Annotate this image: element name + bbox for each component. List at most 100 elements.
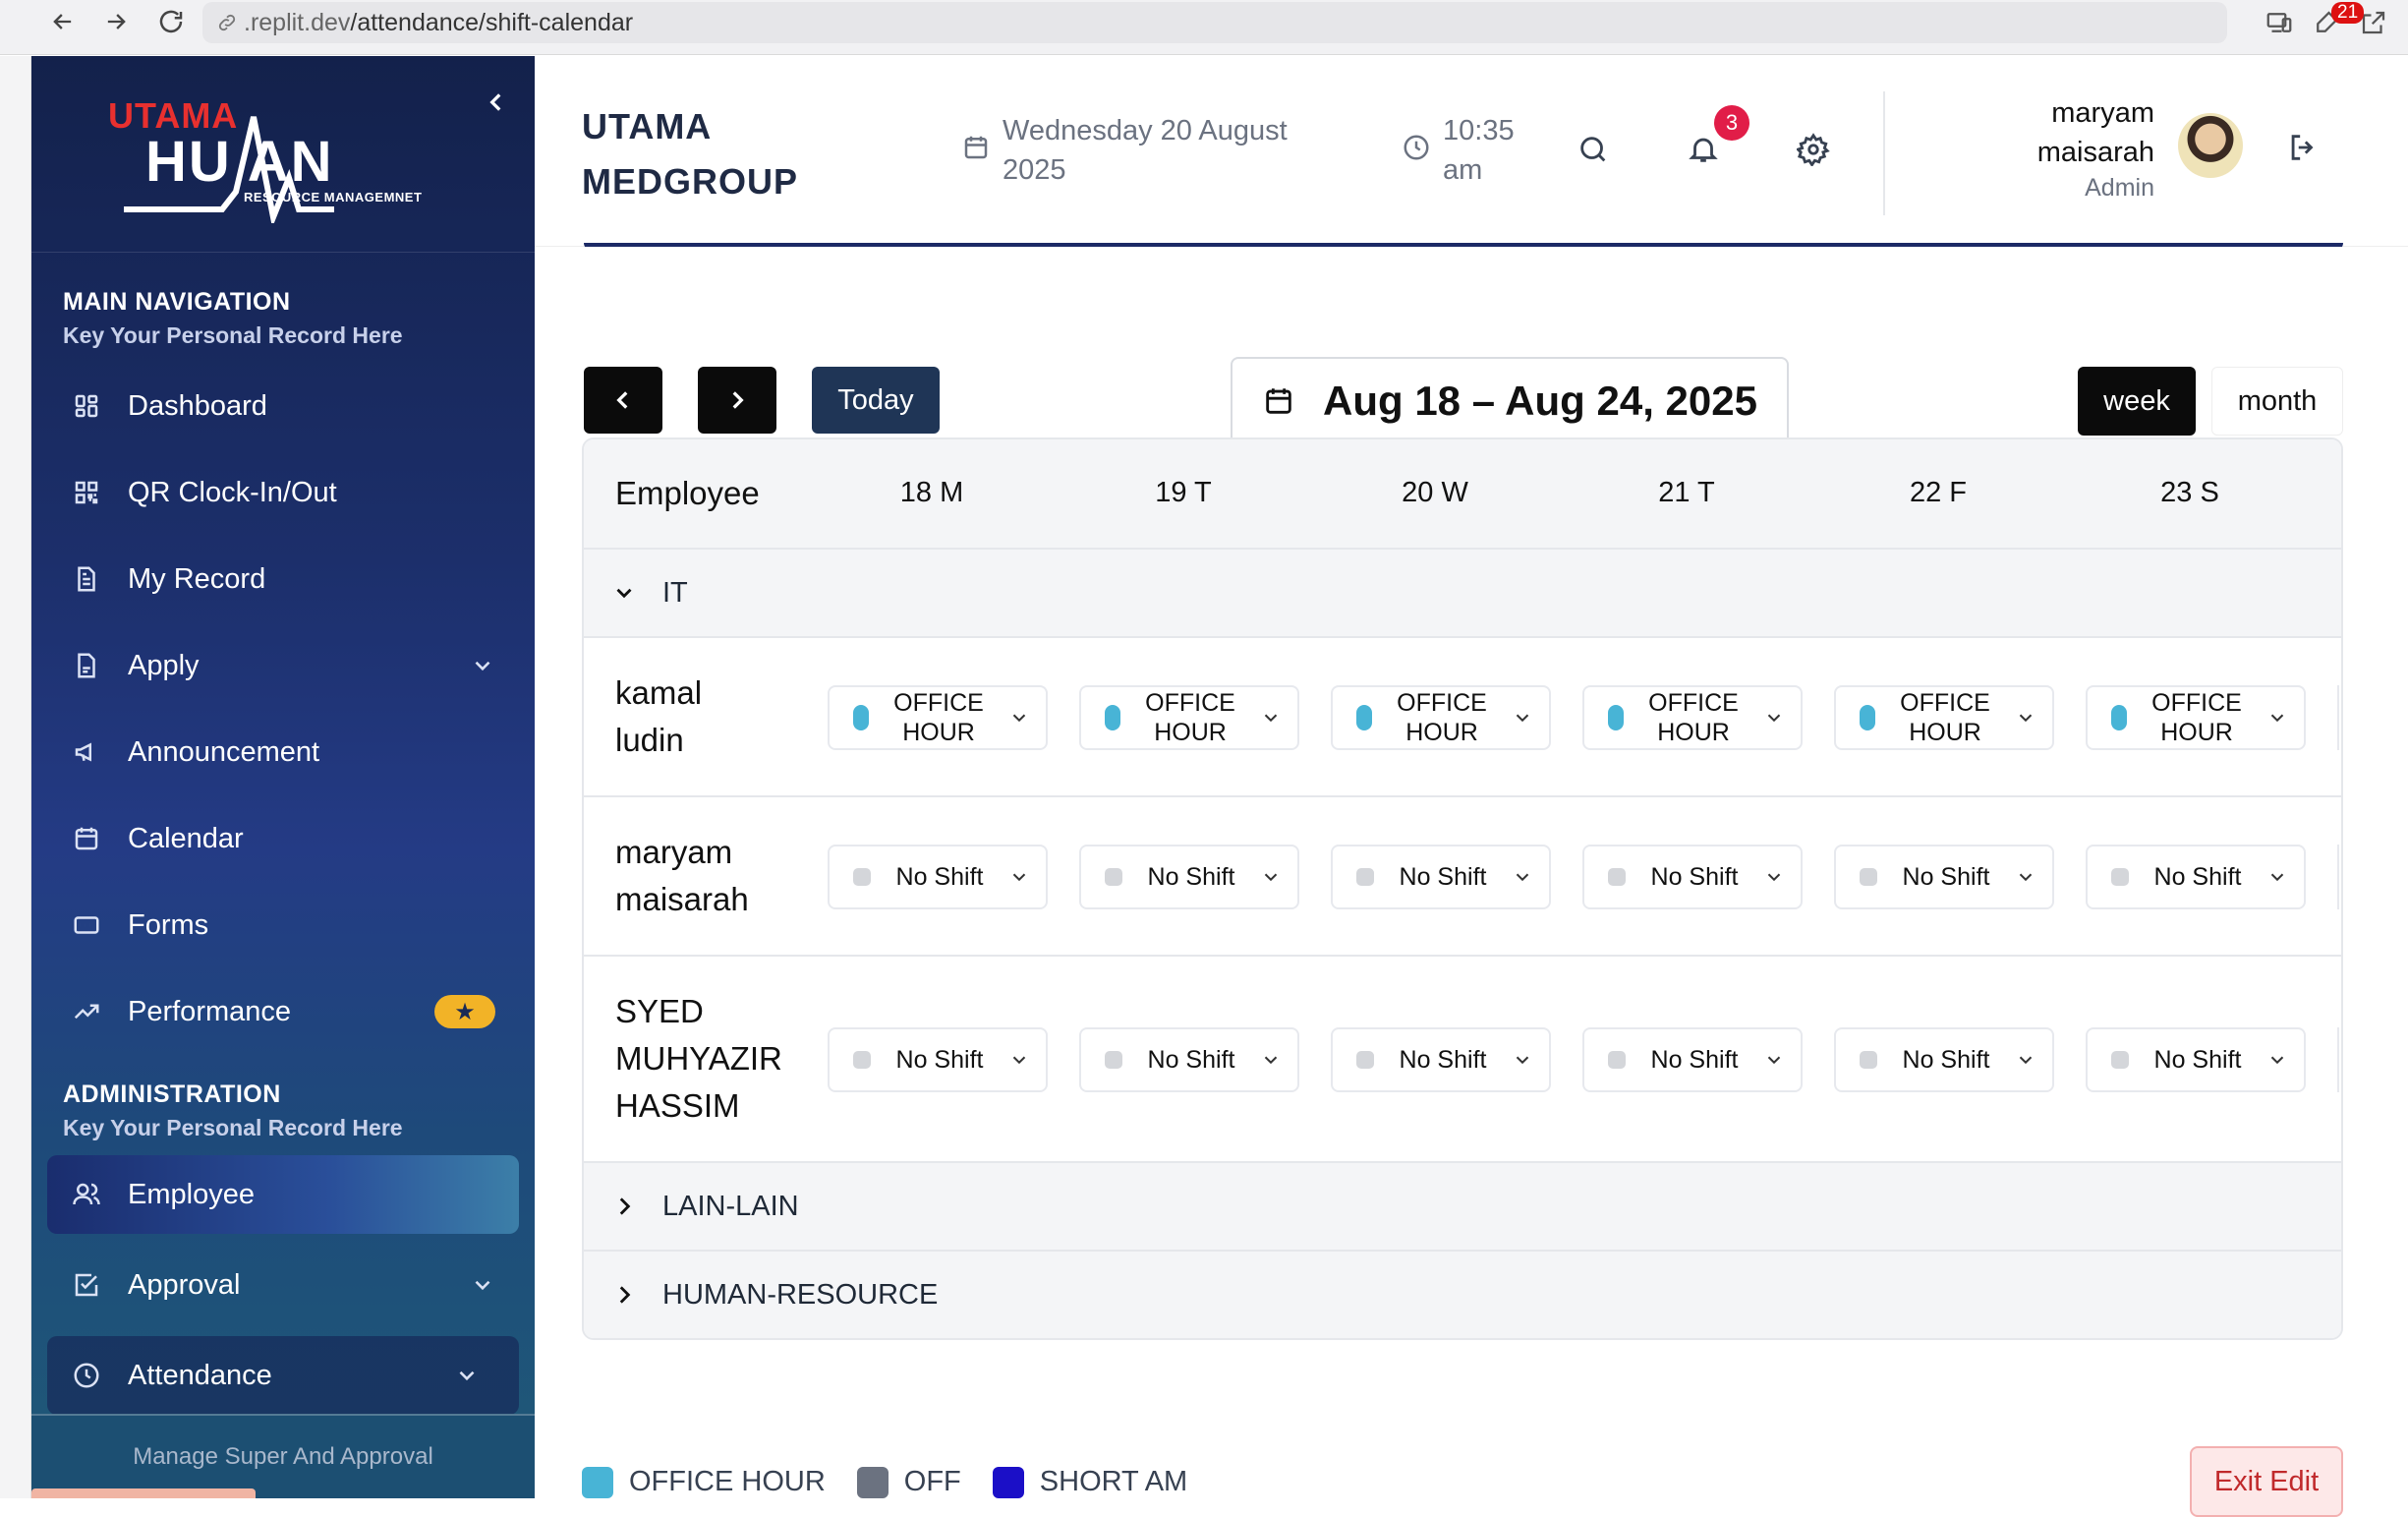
shift-select[interactable]: No Shift <box>1582 845 1803 909</box>
sidebar-footer: Manage Super And Approval <box>31 1414 535 1498</box>
sidebar-item-attendance[interactable]: Attendance <box>47 1336 519 1415</box>
link-icon <box>216 12 238 33</box>
table-row: SYED MUHYAZIR HASSIM No Shift No Shift N… <box>584 957 2341 1163</box>
shift-select[interactable]: No Shift <box>1834 1027 2054 1092</box>
sidebar-item-dashboard[interactable]: Dashboard <box>31 363 535 449</box>
shift-select[interactable]: OFFICE HOUR <box>1582 685 1803 750</box>
sidebar-item-qr-clock[interactable]: QR Clock-In/Out <box>31 449 535 536</box>
chevron-down-icon <box>2015 866 2036 888</box>
address-bar[interactable]: .replit.dev/attendance/shift-calendar <box>202 2 2227 43</box>
logo-area: UTAMA HU AN RESOURCE MANAGEMNET <box>31 56 535 253</box>
company-logo: UTAMA HU AN RESOURCE MANAGEMNET <box>106 86 430 223</box>
calendar-icon <box>1262 384 1295 418</box>
shift-select[interactable]: No Shift <box>1079 1027 1299 1092</box>
form-icon <box>69 907 104 943</box>
group-row-lain-lain[interactable]: LAIN-LAIN <box>584 1163 2341 1252</box>
shift-calendar-table: Employee 18 M 19 T 20 W 21 T 22 F 23 S I… <box>582 438 2343 1340</box>
next-week-button[interactable] <box>698 367 776 434</box>
current-date: Wednesday 20 August 2025 <box>961 111 1288 190</box>
clock-icon <box>1402 133 1431 190</box>
group-name: LAIN-LAIN <box>662 1190 799 1222</box>
url-host: .replit.dev <box>244 8 351 36</box>
chevron-right-icon <box>611 1194 637 1219</box>
shift-select[interactable]: OFFICE HOUR <box>2086 685 2306 750</box>
shift-select[interactable]: No Shift <box>1079 845 1299 909</box>
prev-week-button[interactable] <box>584 367 662 434</box>
chevron-down-icon <box>454 1363 480 1388</box>
reload-icon[interactable] <box>143 0 199 49</box>
logout-icon[interactable] <box>2286 131 2320 164</box>
chevron-down-icon <box>1512 866 1533 888</box>
group-row-it[interactable]: IT <box>584 550 2341 638</box>
overflow-cell-edge <box>2337 1027 2341 1092</box>
devices-icon[interactable] <box>2265 8 2294 37</box>
shift-select[interactable]: OFFICE HOUR <box>1834 685 2054 750</box>
shift-select[interactable]: No Shift <box>1331 1027 1551 1092</box>
week-view-button[interactable]: week <box>2078 367 2196 436</box>
legend-swatch <box>992 1466 1024 1498</box>
shift-select[interactable]: No Shift <box>828 845 1048 909</box>
bell-icon[interactable] <box>1687 133 1720 166</box>
users-icon <box>69 1177 104 1212</box>
heartbeat-line-icon <box>124 115 334 223</box>
sidebar-item-performance[interactable]: Performance ★ <box>31 968 535 1055</box>
shift-select[interactable]: No Shift <box>2086 845 2306 909</box>
chevron-down-icon <box>1763 866 1785 888</box>
day-header: 22 F <box>1909 477 1968 508</box>
shift-legend: OFFICE HOUR OFF SHORT AM <box>582 1466 1219 1498</box>
shift-select[interactable]: No Shift <box>2086 1027 2306 1092</box>
legend-item: SHORT AM <box>992 1466 1187 1498</box>
legend-swatch <box>582 1466 613 1498</box>
exit-edit-button[interactable]: Exit Edit <box>2190 1446 2343 1517</box>
sidebar-item-calendar[interactable]: Calendar <box>31 795 535 882</box>
sidebar-item-apply[interactable]: Apply <box>31 622 535 709</box>
shift-color-dot <box>853 1051 871 1069</box>
date-range-picker[interactable]: Aug 18 – Aug 24, 2025 <box>1231 357 1789 445</box>
group-row-human-resource[interactable]: HUMAN-RESOURCE <box>584 1252 2341 1338</box>
gear-icon[interactable] <box>1797 133 1830 166</box>
extension-badge: 21 <box>2331 2 2365 24</box>
month-view-button[interactable]: month <box>2211 367 2343 436</box>
extension-icon[interactable]: 21 <box>2312 2 2365 37</box>
chevron-down-icon <box>1008 866 1030 888</box>
legend-item: OFF <box>856 1466 961 1498</box>
dashboard-icon <box>69 388 104 424</box>
shift-color-dot <box>1860 1051 1877 1069</box>
overflow-cell-edge <box>2337 845 2341 909</box>
group-name: IT <box>662 576 688 609</box>
shift-color-dot <box>853 705 869 730</box>
forward-icon[interactable] <box>88 0 143 49</box>
shift-select[interactable]: OFFICE HOUR <box>1331 685 1551 750</box>
shift-color-dot <box>853 868 871 886</box>
chevron-down-icon <box>1763 707 1785 729</box>
shift-select[interactable]: OFFICE HOUR <box>828 685 1048 750</box>
chevron-down-icon <box>611 580 637 606</box>
shift-select[interactable]: No Shift <box>828 1027 1048 1092</box>
shift-select[interactable]: No Shift <box>1834 845 2054 909</box>
sidebar-item-approval[interactable]: Approval <box>31 1242 535 1328</box>
sidebar-item-forms[interactable]: Forms <box>31 882 535 968</box>
chevron-down-icon <box>2266 1049 2288 1071</box>
today-button[interactable]: Today <box>812 367 940 434</box>
avatar[interactable] <box>2178 113 2243 178</box>
shift-select[interactable]: No Shift <box>1331 845 1551 909</box>
search-icon[interactable] <box>1577 133 1610 166</box>
browser-actions: 21 <box>2265 0 2408 45</box>
shift-color-dot <box>1105 705 1120 730</box>
day-header: 21 T <box>1658 477 1715 508</box>
group-name: HUMAN-RESOURCE <box>662 1278 939 1311</box>
shift-color-dot <box>1105 1051 1122 1069</box>
sidebar-item-employee[interactable]: Employee <box>47 1155 519 1234</box>
chevron-down-icon <box>1512 1049 1533 1071</box>
sidebar-item-my-record[interactable]: My Record <box>31 536 535 622</box>
shift-color-dot <box>1860 705 1875 730</box>
legend-swatch <box>856 1466 889 1498</box>
sidebar-item-announcement[interactable]: Announcement <box>31 709 535 795</box>
shift-select[interactable]: OFFICE HOUR <box>1079 685 1299 750</box>
chevron-down-icon <box>1008 1049 1030 1071</box>
qr-icon <box>69 475 104 510</box>
collapse-sidebar-button[interactable] <box>484 89 509 115</box>
back-icon[interactable] <box>35 0 90 49</box>
table-row: kamal ludin OFFICE HOUR OFFICE HOUR OFFICE… <box>584 638 2341 797</box>
shift-select[interactable]: No Shift <box>1582 1027 1803 1092</box>
